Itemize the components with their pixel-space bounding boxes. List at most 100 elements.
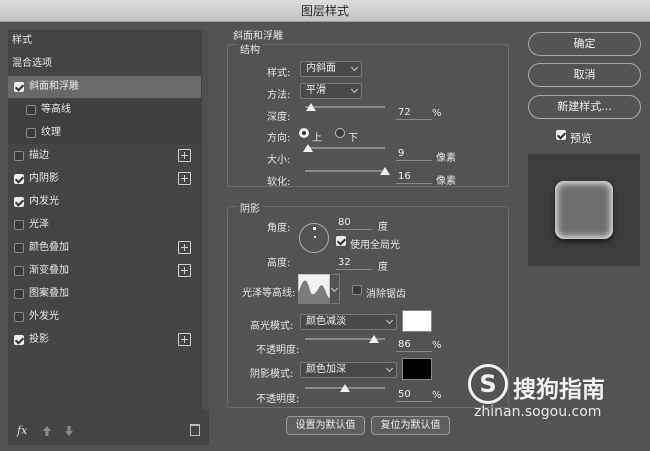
soften-slider-track[interactable] xyxy=(305,170,385,172)
anti-alias-checkbox[interactable] xyxy=(352,285,362,295)
style-list-item[interactable]: 投影 xyxy=(8,329,201,351)
gloss-contour-label: 光泽等高线: xyxy=(242,288,296,299)
add-icon[interactable] xyxy=(178,241,191,254)
highlight-opacity-input[interactable]: 86 xyxy=(396,338,432,352)
add-icon[interactable] xyxy=(178,264,191,277)
chevron-down-icon xyxy=(385,364,394,373)
style-item-label: 纹理 xyxy=(41,127,61,138)
style-list-item[interactable]: 颜色叠加 xyxy=(8,237,201,259)
style-list-item[interactable]: 图案叠加 xyxy=(8,283,201,305)
reset-default-button[interactable]: 复位为默认值 xyxy=(371,416,450,435)
make-default-button[interactable]: 设置为默认值 xyxy=(286,416,365,435)
size-slider-thumb[interactable] xyxy=(302,144,313,152)
add-icon[interactable] xyxy=(178,149,191,162)
angle-label: 角度: xyxy=(267,223,291,234)
style-item-checkbox[interactable] xyxy=(14,266,24,276)
style-item-checkbox[interactable] xyxy=(14,220,24,230)
add-icon[interactable] xyxy=(178,172,191,185)
highlight-mode-select[interactable]: 颜色减淡 xyxy=(300,314,397,330)
style-item-checkbox[interactable] xyxy=(26,105,36,115)
style-item-checkbox[interactable] xyxy=(14,151,24,161)
move-down-icon[interactable] xyxy=(64,425,74,437)
new-style-button[interactable]: 新建样式... xyxy=(528,95,641,119)
style-item-checkbox[interactable] xyxy=(14,335,24,345)
structure-title: 结构 xyxy=(237,41,263,56)
direction-down-radio[interactable] xyxy=(335,128,345,138)
altitude-input[interactable]: 32 xyxy=(336,256,372,270)
style-item-checkbox[interactable] xyxy=(14,82,24,92)
shadow-opacity-unit: % xyxy=(432,390,442,401)
depth-label: 深度: xyxy=(267,112,291,123)
highlight-mode-label: 高光模式: xyxy=(250,321,294,332)
window-title: 图层样式 xyxy=(0,0,650,22)
angle-dial[interactable] xyxy=(299,223,329,253)
style-list-item[interactable]: 内阴影 xyxy=(8,168,201,190)
trash-icon[interactable] xyxy=(190,424,200,436)
soften-label: 软化: xyxy=(267,177,291,188)
style-item-label: 光泽 xyxy=(29,219,49,230)
style-item-checkbox[interactable] xyxy=(14,312,24,322)
method-select[interactable]: 平滑 xyxy=(300,83,362,99)
style-list-item[interactable]: 纹理 xyxy=(8,122,201,144)
shadow-opacity-input[interactable]: 50 xyxy=(396,388,432,402)
style-list-item[interactable]: 等高线 xyxy=(8,99,201,121)
style-item-checkbox[interactable] xyxy=(14,197,24,207)
style-list-item[interactable]: 外发光 xyxy=(8,306,201,328)
angle-dial-center xyxy=(314,236,316,238)
highlight-opacity-slider-thumb[interactable] xyxy=(368,335,379,343)
style-list-panel: 样式混合选项斜面和浮雕等高线纹理描边内阴影内发光光泽颜色叠加 渐变叠加图案叠加外发… xyxy=(8,30,209,445)
style-select[interactable]: 内斜面 xyxy=(300,61,362,77)
style-item-checkbox[interactable] xyxy=(14,289,24,299)
shadow-mode-select[interactable]: 颜色加深 xyxy=(300,362,397,378)
watermark-brand: 搜狗指南 xyxy=(513,377,605,403)
style-list-item[interactable]: 样式 xyxy=(8,30,201,52)
scrollbar[interactable] xyxy=(202,30,209,410)
shadow-opacity-slider-thumb[interactable] xyxy=(340,384,350,392)
method-label: 方法: xyxy=(267,90,291,101)
style-item-checkbox[interactable] xyxy=(14,174,24,184)
size-input[interactable]: 9 xyxy=(396,147,432,161)
soften-unit: 像素 xyxy=(436,176,456,187)
style-item-label: 样式 xyxy=(12,35,32,46)
depth-slider-track[interactable] xyxy=(305,106,385,108)
style-item-label: 斜面和浮雕 xyxy=(29,81,79,92)
style-item-label: 内发光 xyxy=(29,196,59,207)
add-icon[interactable] xyxy=(178,333,191,346)
fx-button[interactable]: fx xyxy=(17,424,27,437)
style-item-label: 内阴影 xyxy=(29,173,59,184)
direction-up-radio[interactable] xyxy=(299,128,309,138)
style-list-item[interactable]: 内发光 xyxy=(8,191,201,213)
shadow-color-swatch[interactable] xyxy=(402,358,432,380)
style-item-checkbox[interactable] xyxy=(14,243,24,253)
style-list-item[interactable]: 渐变叠加 xyxy=(8,260,201,282)
style-item-label: 外发光 xyxy=(29,311,59,322)
soften-input[interactable]: 16 xyxy=(396,170,432,184)
move-up-icon[interactable] xyxy=(42,425,52,437)
depth-input[interactable]: 72 xyxy=(396,106,432,120)
global-light-checkbox[interactable] xyxy=(336,236,346,246)
section-title-bevel: 斜面和浮雕 xyxy=(233,31,283,42)
preview-checkbox[interactable] xyxy=(556,130,566,140)
ok-button[interactable]: 确定 xyxy=(528,32,641,56)
angle-input[interactable]: 80 xyxy=(336,216,372,230)
preview-thumbnail xyxy=(555,181,613,239)
style-item-checkbox[interactable] xyxy=(26,128,36,138)
style-label: 样式: xyxy=(267,68,291,79)
style-preview xyxy=(528,154,640,266)
style-item-label: 图案叠加 xyxy=(29,288,69,299)
highlight-color-swatch[interactable] xyxy=(402,310,432,332)
style-item-label: 混合选项 xyxy=(12,58,52,69)
gloss-contour-dropdown[interactable] xyxy=(330,274,340,304)
style-list-item[interactable]: 光泽 xyxy=(8,214,201,236)
direction-up-label: 上 xyxy=(312,133,322,144)
style-list-item[interactable]: 描边 xyxy=(8,145,201,167)
depth-slider-thumb[interactable] xyxy=(305,103,316,111)
gloss-contour-picker[interactable] xyxy=(298,274,330,304)
style-list-item[interactable]: 混合选项 xyxy=(8,53,201,75)
cancel-button[interactable]: 取消 xyxy=(528,63,641,87)
style-list-item[interactable]: 斜面和浮雕 xyxy=(8,76,201,98)
altitude-unit: 度 xyxy=(378,262,388,273)
soften-slider-thumb[interactable] xyxy=(380,167,390,175)
chevron-down-icon xyxy=(350,63,359,72)
size-slider-track[interactable] xyxy=(305,147,385,149)
